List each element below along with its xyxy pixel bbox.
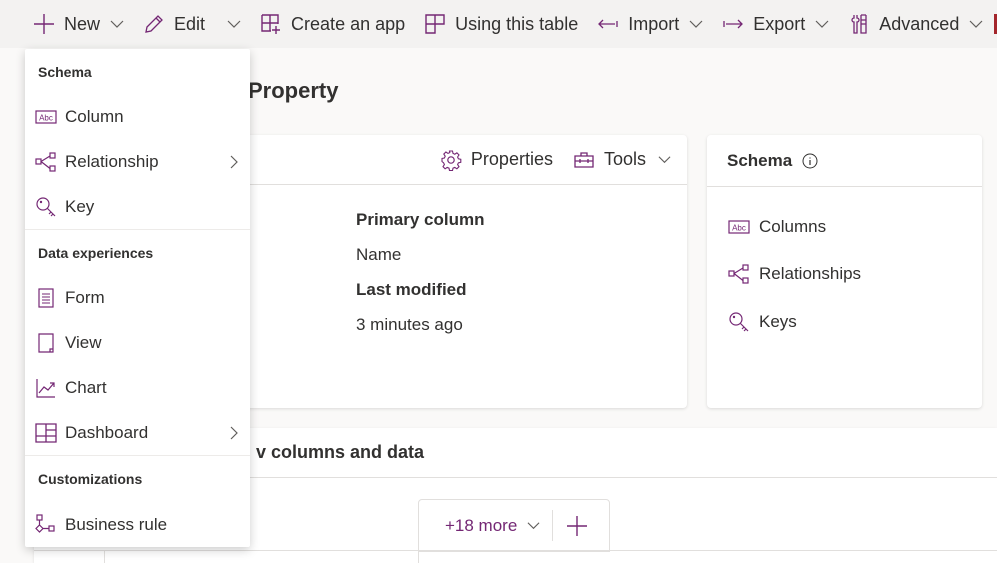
menu-group-data-experiences: Data experiences: [38, 245, 154, 261]
menu-item-view[interactable]: View: [25, 322, 250, 364]
menu-item-business-rule[interactable]: Business rule: [25, 504, 250, 546]
schema-card-title: Schema: [727, 150, 793, 170]
new-dropdown-menu: Schema Abc Column Relationship Key Data …: [25, 49, 250, 547]
grid-divider: [34, 550, 997, 551]
column-header-toolbar: +18 more: [418, 499, 610, 552]
using-table-button[interactable]: Using this table: [423, 0, 578, 48]
menu-divider: [25, 455, 250, 456]
app-grid-add-icon: [259, 12, 283, 36]
edit-dropdown-button[interactable]: [227, 0, 241, 48]
menu-divider: [25, 229, 250, 230]
chevron-down-icon: [815, 17, 829, 31]
schema-keys-link[interactable]: Keys: [728, 311, 797, 333]
abc-column-icon: Abc: [728, 216, 750, 238]
plus-icon: [567, 515, 588, 536]
properties-label: Properties: [470, 149, 553, 169]
menu-item-form[interactable]: Form: [25, 277, 250, 319]
menu-item-label: Relationship: [65, 152, 159, 171]
create-app-label: Create an app: [291, 13, 406, 34]
plus-icon: [32, 12, 56, 36]
chevron-right-icon: [228, 426, 240, 440]
schema-card-header: Schema: [707, 135, 982, 187]
primary-column-value: Name: [356, 245, 402, 264]
view-icon: [35, 332, 57, 354]
create-app-button[interactable]: Create an app: [259, 0, 405, 48]
chevron-down-icon: [689, 17, 703, 31]
more-columns-button[interactable]: +18 more: [419, 516, 540, 536]
command-bar: New Edit Create an app Using this table …: [0, 0, 997, 48]
last-modified-value: 3 minutes ago: [356, 315, 463, 334]
chart-icon: [35, 377, 57, 399]
export-button[interactable]: Export: [721, 0, 829, 48]
key-icon: [728, 311, 750, 333]
menu-item-chart[interactable]: Chart: [25, 367, 250, 409]
primary-column-label: Primary column: [356, 210, 485, 229]
schema-columns-label: Columns: [759, 217, 827, 236]
new-button[interactable]: New: [32, 0, 124, 48]
menu-item-label: Dashboard: [65, 423, 149, 442]
schema-card: Schema Abc Columns Relationships Keys: [707, 135, 982, 408]
abc-column-icon: Abc: [35, 106, 57, 128]
export-arrow-icon: [721, 12, 745, 36]
dashboard-icon: [35, 422, 57, 444]
schema-relationships-link[interactable]: Relationships: [728, 263, 861, 285]
tools-button[interactable]: Tools: [573, 149, 671, 171]
export-label: Export: [753, 13, 806, 34]
menu-item-label: Key: [65, 197, 95, 216]
chevron-right-icon: [228, 155, 240, 169]
more-columns-label: +18 more: [445, 515, 518, 535]
divider: [552, 510, 554, 541]
using-table-label: Using this table: [455, 13, 579, 34]
advanced-button[interactable]: Advanced: [847, 0, 983, 48]
toolbox-icon: [573, 149, 595, 171]
business-rule-icon: [35, 514, 57, 536]
tools-label: Tools: [603, 149, 646, 169]
menu-item-label: View: [65, 333, 102, 352]
advanced-label: Advanced: [879, 13, 960, 34]
schema-columns-link[interactable]: Abc Columns: [728, 216, 826, 238]
chevron-down-icon: [527, 519, 540, 532]
menu-group-schema: Schema: [38, 64, 92, 80]
chevron-down-icon: [658, 153, 671, 166]
menu-item-relationship[interactable]: Relationship: [25, 141, 250, 183]
add-column-button[interactable]: [565, 514, 589, 538]
key-icon: [35, 196, 57, 218]
gear-icon: [440, 149, 462, 171]
grid-divider: [418, 551, 419, 563]
info-icon[interactable]: [802, 153, 818, 169]
svg-text:Abc: Abc: [39, 114, 53, 123]
menu-item-label: Business rule: [65, 515, 168, 534]
schema-keys-label: Keys: [759, 312, 797, 331]
menu-item-label: Chart: [65, 378, 107, 397]
chevron-down-icon: [110, 17, 124, 31]
page-title: Property: [248, 78, 339, 103]
menu-group-customizations: Customizations: [38, 471, 143, 487]
menu-item-column[interactable]: Abc Column: [25, 96, 250, 138]
last-modified-label: Last modified: [356, 280, 467, 299]
relationship-icon: [728, 263, 750, 285]
properties-button[interactable]: Properties: [440, 149, 553, 171]
pencil-icon: [142, 12, 166, 36]
menu-item-label: Column: [65, 107, 124, 126]
import-arrow-icon: [596, 12, 620, 36]
new-label: New: [64, 13, 101, 34]
relationship-icon: [35, 151, 57, 173]
menu-item-dashboard[interactable]: Dashboard: [25, 412, 250, 454]
schema-relationships-label: Relationships: [759, 264, 862, 283]
svg-text:Abc: Abc: [732, 224, 746, 233]
grid-divider: [104, 551, 105, 563]
edit-label: Edit: [174, 13, 206, 34]
menu-item-key[interactable]: Key: [25, 186, 250, 228]
chevron-down-icon: [227, 17, 241, 31]
import-label: Import: [628, 13, 680, 34]
chevron-down-icon: [969, 17, 983, 31]
form-icon: [35, 287, 57, 309]
table-layout-icon: [423, 12, 447, 36]
tools-icon: [847, 12, 871, 36]
menu-item-label: Form: [65, 288, 105, 307]
import-button[interactable]: Import: [596, 0, 703, 48]
edit-button[interactable]: Edit: [142, 0, 205, 48]
